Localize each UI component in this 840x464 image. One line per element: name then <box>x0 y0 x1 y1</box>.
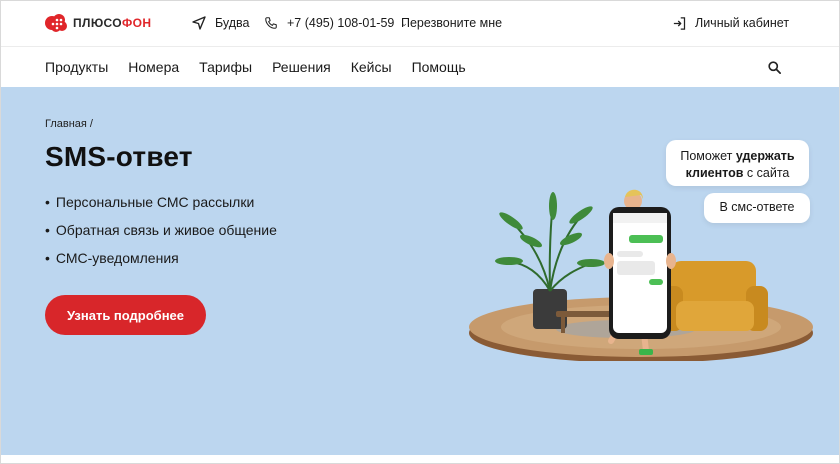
nav-item-solutions[interactable]: Решения <box>272 59 331 75</box>
feature-list: Персональные СМС рассылки Обратная связь… <box>45 194 277 278</box>
page: ПЛЮСОФОН Будва +7 (495) 108-01-59 ⌄ Пере… <box>0 0 840 464</box>
brand-name: ПЛЮСОФОН <box>73 16 152 30</box>
navigation-arrow-icon <box>191 15 207 31</box>
top-bar: ПЛЮСОФОН Будва +7 (495) 108-01-59 ⌄ Пере… <box>1 1 839 47</box>
personal-cabinet-link[interactable]: Личный кабинет <box>671 15 789 31</box>
nav-list: Продукты Номера Тарифы Решения Кейсы Пом… <box>45 59 466 75</box>
nav-item-numbers[interactable]: Номера <box>128 59 179 75</box>
speech-bubble-retain: Поможет удержать клиентов с сайта <box>666 140 809 186</box>
login-icon <box>671 15 687 31</box>
nav-item-cases[interactable]: Кейсы <box>351 59 392 75</box>
bottom-strip <box>1 455 839 463</box>
city-selector[interactable]: Будва <box>191 15 250 31</box>
feature-item: Обратная связь и живое общение <box>45 222 277 250</box>
learn-more-button[interactable]: Узнать подробнее <box>45 295 206 335</box>
phone-selector[interactable]: +7 (495) 108-01-59 ⌄ <box>263 15 408 31</box>
feature-item: СМС-уведомления <box>45 250 277 278</box>
speech-bubble-sms: В смс-ответе <box>704 193 810 223</box>
phone-icon <box>263 15 279 31</box>
breadcrumb[interactable]: Главная / <box>45 118 93 130</box>
brand-logo[interactable]: ПЛЮСОФОН <box>44 12 151 34</box>
callback-link[interactable]: Перезвоните мне <box>401 16 502 30</box>
phone-number: +7 (495) 108-01-59 <box>287 16 395 30</box>
feature-item: Персональные СМС рассылки <box>45 194 277 222</box>
nav-item-help[interactable]: Помощь <box>412 59 466 75</box>
nav-item-tariffs[interactable]: Тарифы <box>199 59 252 75</box>
search-icon[interactable] <box>767 60 783 76</box>
logo-cloud-icon <box>44 12 70 34</box>
city-label: Будва <box>215 16 250 30</box>
nav-item-products[interactable]: Продукты <box>45 59 108 75</box>
cabinet-label: Личный кабинет <box>695 16 790 30</box>
page-title: SMS-ответ <box>45 141 193 172</box>
main-nav: Продукты Номера Тарифы Решения Кейсы Пом… <box>1 48 839 87</box>
